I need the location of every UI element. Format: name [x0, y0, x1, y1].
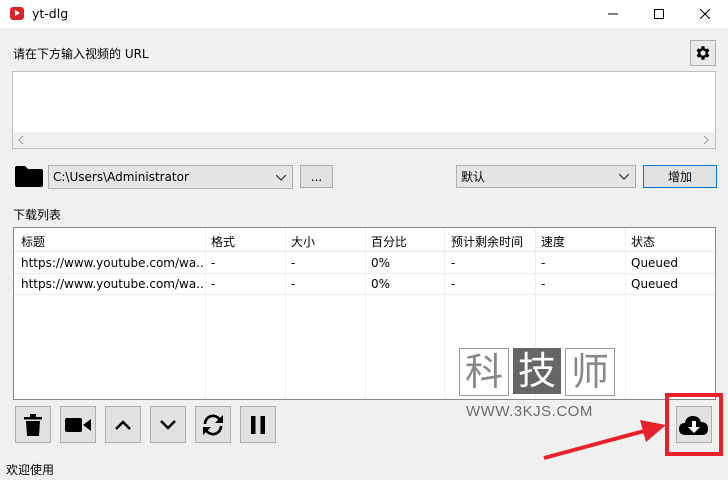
gear-icon	[696, 46, 710, 60]
path-select[interactable]: C:\Users\Administrator	[48, 165, 293, 189]
column-header[interactable]: 状态	[631, 233, 655, 250]
minimize-button[interactable]	[590, 0, 636, 28]
close-icon	[700, 9, 710, 19]
column-header[interactable]: 格式	[211, 233, 235, 250]
download-list-table[interactable]: 标题 格式 大小 百分比 预计剩余时间 速度 状态 https://www.yo…	[13, 227, 716, 400]
column-header[interactable]: 标题	[21, 233, 45, 250]
column-header[interactable]: 速度	[541, 233, 565, 250]
column-header[interactable]: 大小	[291, 233, 315, 250]
sync-icon	[203, 414, 223, 435]
reload-button[interactable]	[195, 406, 231, 443]
folder-icon	[15, 166, 43, 187]
column-header[interactable]: 预计剩余时间	[451, 233, 523, 250]
settings-button[interactable]	[690, 40, 716, 66]
folder-button[interactable]	[15, 165, 43, 190]
add-button-label: 增加	[667, 170, 692, 184]
row-size: -	[291, 277, 296, 291]
app-icon	[10, 7, 24, 20]
chevron-down-icon	[160, 419, 176, 430]
window-title: yt-dlg	[32, 6, 69, 21]
delete-button[interactable]	[15, 406, 51, 443]
chevron-up-icon	[115, 419, 131, 430]
browse-button[interactable]: ...	[300, 165, 333, 188]
watermark-char: 师	[565, 348, 615, 396]
play-button[interactable]	[60, 406, 96, 443]
browse-label: ...	[310, 169, 323, 184]
row-size: -	[291, 256, 296, 270]
row-speed: -	[541, 256, 546, 270]
download-button[interactable]	[676, 406, 712, 443]
url-prompt-label: 请在下方输入视频的 URL	[13, 47, 149, 61]
download-list-label: 下载列表	[13, 208, 62, 222]
pause-icon	[251, 415, 265, 434]
status-bar: 欢迎使用	[6, 463, 55, 477]
title-bar: yt-dlg	[0, 0, 728, 28]
scroll-left-icon[interactable]	[18, 136, 24, 144]
row-speed: -	[541, 277, 546, 291]
format-select[interactable]: 默认	[456, 165, 636, 188]
row-eta: -	[451, 277, 456, 291]
add-button[interactable]: 增加	[643, 165, 717, 188]
watermark-char: 科	[459, 348, 509, 396]
move-up-button[interactable]	[105, 406, 141, 443]
row-title: https://www.youtube.com/wa...	[21, 277, 203, 291]
move-down-button[interactable]	[150, 406, 186, 443]
row-percent: 0%	[371, 277, 391, 291]
row-title: https://www.youtube.com/wa...	[21, 256, 203, 270]
pause-button[interactable]	[240, 406, 276, 443]
chevron-down-icon	[276, 175, 286, 181]
row-status: Queued	[631, 256, 679, 270]
row-format: -	[211, 277, 216, 291]
row-percent: 0%	[371, 256, 391, 270]
trash-icon	[24, 413, 42, 436]
chevron-down-icon	[619, 174, 629, 180]
scroll-right-icon[interactable]	[703, 136, 709, 144]
maximize-icon	[654, 9, 664, 19]
close-button[interactable]	[682, 0, 728, 28]
format-value: 默认	[461, 170, 486, 184]
column-header[interactable]: 百分比	[371, 233, 407, 250]
row-format: -	[211, 256, 216, 270]
watermark-logo: 科 技 师	[459, 348, 615, 396]
watermark-char: 技	[513, 348, 561, 394]
maximize-button[interactable]	[636, 0, 682, 28]
minimize-icon	[608, 13, 618, 15]
url-horizontal-scrollbar[interactable]	[13, 132, 715, 148]
row-eta: -	[451, 256, 456, 270]
video-camera-icon	[65, 417, 91, 432]
row-status: Queued	[631, 277, 679, 291]
path-value: C:\Users\Administrator	[53, 170, 189, 184]
cloud-download-icon	[679, 415, 708, 435]
annotation-arrow-icon	[543, 420, 666, 460]
